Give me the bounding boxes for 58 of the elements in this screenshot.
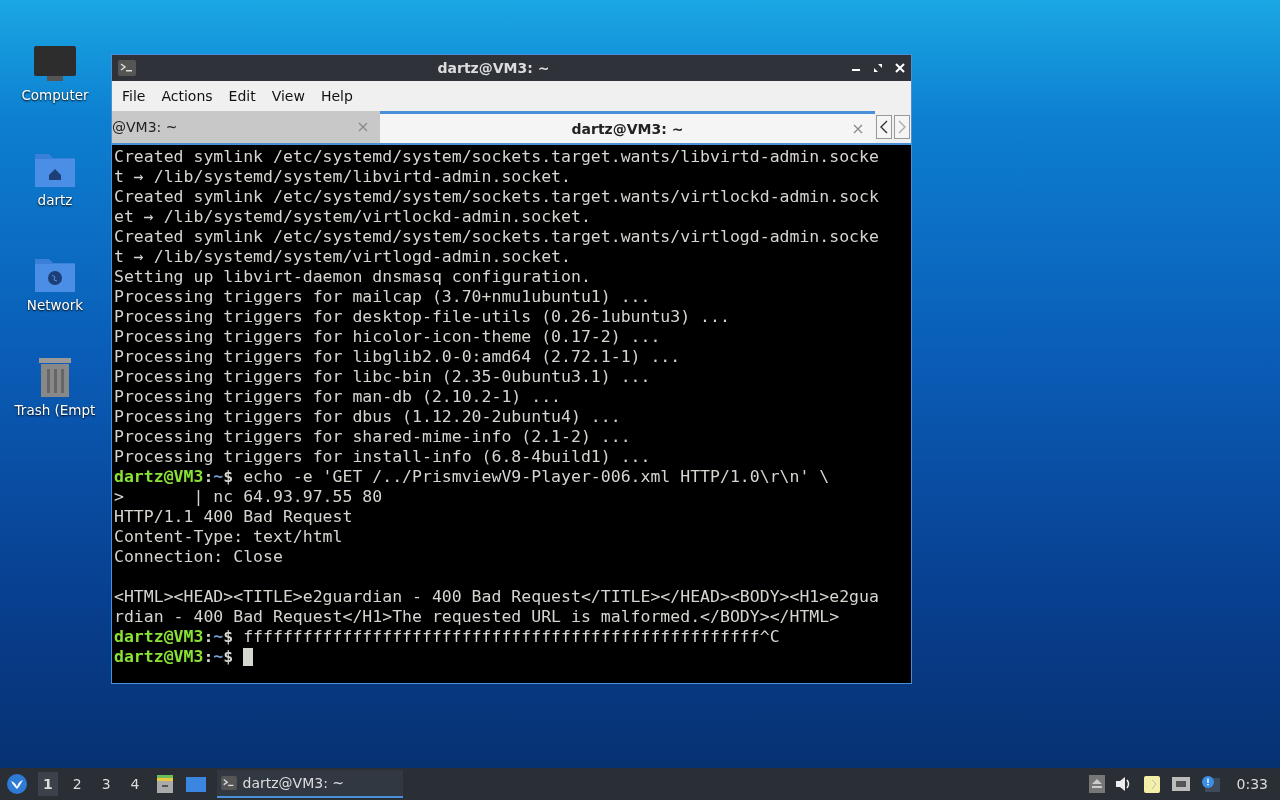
menu-item[interactable]: File bbox=[122, 88, 156, 104]
window-title: dartz@VM3: ~ bbox=[436, 60, 551, 76]
terminal-output-line: Processing triggers for dbus (1.12.20-2ubuntu4) ... bbox=[114, 407, 621, 427]
terminal-output-line: Processing triggers for shared-mime-info (2.1-2) ... bbox=[114, 427, 631, 447]
command-text: ffffffffffffffffffffffffffffffffffffffffffffffffffff^C bbox=[242, 627, 780, 647]
terminal-output-line: Processing triggers for hicolor-icon-theme (0.17-2) ... bbox=[114, 327, 661, 347]
terminal-output-line: Processing triggers for libc-bin (2.35-0ubuntu3.1) ... bbox=[114, 367, 651, 387]
terminal-output-line: Created symlink /etc/systemd/system/sockets.target.wants/virtlockd-admin.sock bbox=[114, 187, 879, 207]
terminal-output-line: Created symlink /etc/systemd/system/sockets.target.wants/virtlogd-admin.socke bbox=[114, 227, 879, 247]
terminal-output-line: Processing triggers for libglib2.0-0:amd64 (2.72.1-1) ... bbox=[114, 347, 681, 367]
terminal-output-line: > | nc 64.93.97.55 80 bbox=[114, 487, 383, 507]
workspace-button[interactable]: 1 bbox=[38, 772, 58, 796]
menu-item[interactable]: Actions bbox=[161, 88, 223, 104]
terminal-output-line: Connection: Close bbox=[114, 547, 283, 567]
terminal-icon bbox=[118, 60, 136, 76]
workspace-button[interactable]: 2 bbox=[67, 772, 87, 796]
command-text: echo -e 'GET /../PrismviewV9-Player-006.xml HTTP/1.0\r\n' \ bbox=[242, 467, 830, 487]
menu-item[interactable]: View bbox=[271, 88, 315, 104]
workspace-button[interactable]: 3 bbox=[96, 772, 116, 796]
terminal-output-line: Content-Type: text/html bbox=[114, 527, 343, 547]
desktop-icon-label[interactable]: Trash (Empt bbox=[14, 402, 96, 418]
shell-prompt: dartz@VM3:~$ bbox=[114, 467, 234, 487]
terminal-tab[interactable]: dartz@VM3: ~ bbox=[380, 111, 875, 143]
menu-item[interactable]: Edit bbox=[228, 88, 266, 104]
file-cabinet-icon[interactable] bbox=[154, 774, 175, 794]
terminal-icon bbox=[220, 776, 237, 790]
maximize-icon[interactable] bbox=[873, 63, 883, 73]
desktop-icon-label[interactable]: Computer bbox=[21, 87, 89, 103]
terminal-output-line: Processing triggers for man-db (2.10.2-1) ... bbox=[114, 387, 562, 407]
terminal-output-line: t → /lib/systemd/system/virtlogd-admin.socket. bbox=[114, 247, 571, 267]
terminal-output-line: Processing triggers for mailcap (3.70+nmu1ubuntu1) ... bbox=[114, 287, 651, 307]
desktop-icon[interactable] bbox=[184, 775, 207, 793]
clipboard-icon[interactable] bbox=[1142, 774, 1161, 794]
eject-icon[interactable] bbox=[1088, 775, 1105, 793]
network-icon[interactable] bbox=[1170, 775, 1191, 793]
scroll-left-button[interactable] bbox=[876, 115, 892, 139]
shell-prompt: dartz@VM3:~$ bbox=[114, 627, 234, 647]
clock: 0:33 bbox=[1236, 776, 1268, 792]
menu-item[interactable]: Help bbox=[320, 88, 363, 104]
terminal-output-line: Processing triggers for desktop-file-utils (0.26-1ubuntu3) ... bbox=[114, 307, 730, 327]
terminal-output-line: et → /lib/systemd/system/virtlockd-admin.socket. bbox=[114, 207, 591, 227]
terminal-tab[interactable]: @VM3: ~ bbox=[112, 111, 380, 143]
terminal-output-line: <HTML><HEAD><TITLE>e2guardian - 400 Bad Request</TITLE></HEAD><BODY><H1>e2gua bbox=[114, 587, 879, 607]
chevron-left-icon bbox=[880, 120, 888, 134]
shell-prompt: dartz@VM3:~$ bbox=[114, 647, 234, 667]
terminal-output-line: Processing triggers for install-info (6.8-4build1) ... bbox=[114, 447, 651, 467]
terminal-output-line: Setting up libvirt-daemon dnsmasq configuration. bbox=[114, 267, 591, 287]
terminal-output-line: t → /lib/systemd/system/libvirtd-admin.socket. bbox=[114, 167, 571, 187]
terminal-output-line: HTTP/1.1 400 Bad Request bbox=[114, 507, 353, 527]
terminal-output-line: Created symlink /etc/systemd/system/sockets.target.wants/libvirtd-admin.socke bbox=[114, 147, 879, 167]
desktop-icon-label[interactable]: dartz bbox=[37, 192, 73, 208]
workspace-button[interactable]: 4 bbox=[125, 772, 145, 796]
taskbar-window-button[interactable]: dartz@VM3: ~ bbox=[216, 770, 403, 798]
monitor-icon[interactable] bbox=[33, 45, 77, 83]
terminal-output-line: rdian - 400 Bad Request</H1>The requested URL is malformed.</BODY></HTML> bbox=[114, 607, 840, 627]
chevron-right-icon bbox=[898, 120, 906, 134]
desktop-icon-label[interactable]: Network bbox=[26, 297, 84, 313]
notification-icon[interactable] bbox=[1200, 775, 1221, 793]
